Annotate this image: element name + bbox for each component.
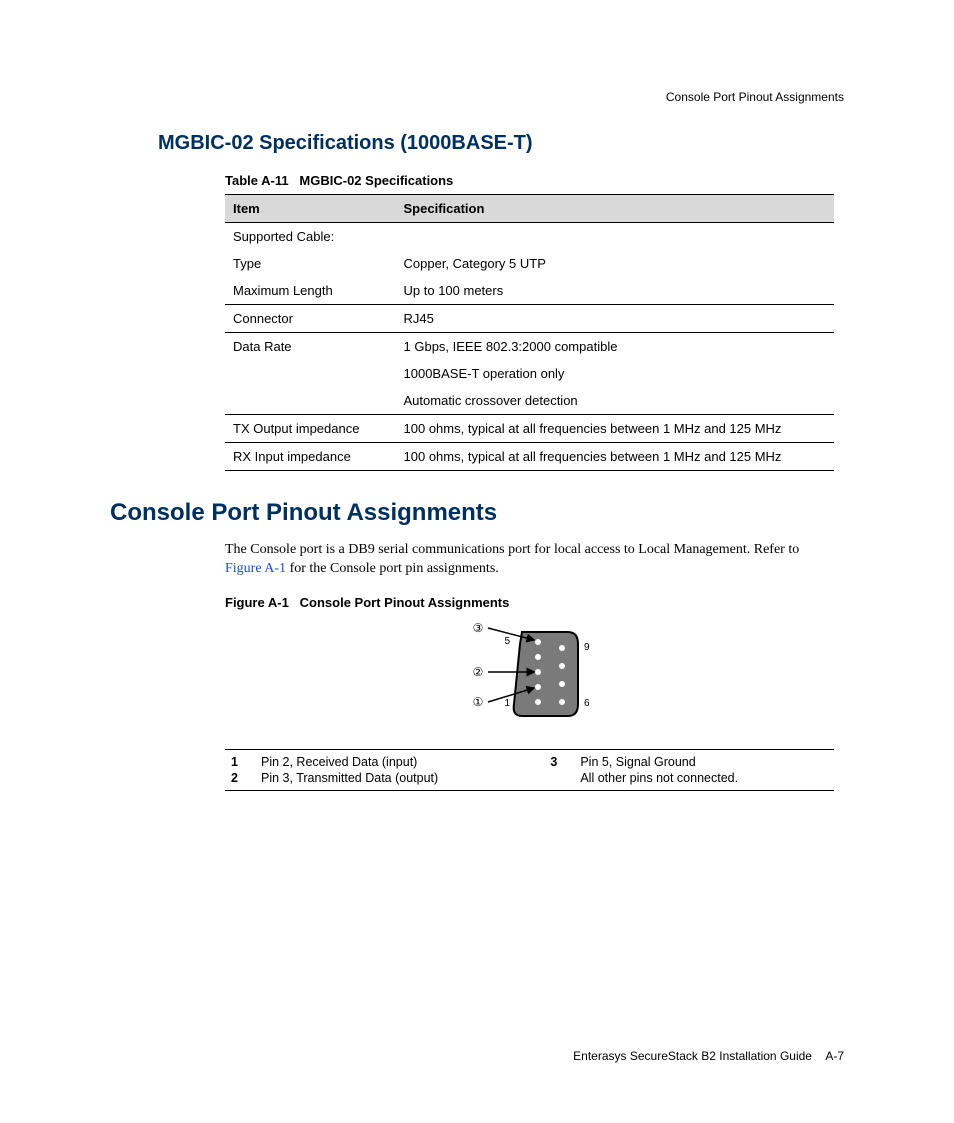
- db9-connector-icon: ③ ② ① 5 9 1 6: [430, 620, 630, 730]
- cell-spec: 100 ohms, typical at all frequencies bet…: [396, 443, 834, 471]
- callout-1: ①: [472, 695, 483, 709]
- col-header-spec: Specification: [396, 195, 834, 223]
- table-row: Type Copper, Category 5 UTP: [225, 250, 834, 277]
- legend-num: [544, 770, 574, 786]
- table-row: Supported Cable:: [225, 223, 834, 251]
- section-heading-console-port: Console Port Pinout Assignments: [110, 499, 844, 527]
- figure-caption-label: Figure A-1: [225, 595, 289, 610]
- table-row: Maximum Length Up to 100 meters: [225, 277, 834, 305]
- spec-table: Item Specification Supported Cable: Type…: [225, 194, 834, 471]
- table-caption-title: MGBIC-02 Specifications: [299, 173, 453, 188]
- cell-item: RX Input impedance: [225, 443, 396, 471]
- table-row: 1000BASE-T operation only: [225, 360, 834, 387]
- legend-text: Pin 3, Transmitted Data (output): [255, 770, 544, 786]
- figure-cross-ref-link[interactable]: Figure A-1: [225, 561, 286, 576]
- cell-spec: [396, 223, 834, 251]
- callout-3: ③: [472, 621, 483, 635]
- cell-spec: Automatic crossover detection: [396, 387, 834, 415]
- body-text-pre: The Console port is a DB9 serial communi…: [225, 542, 799, 557]
- figure-caption-title: Console Port Pinout Assignments: [300, 595, 510, 610]
- legend-num: 3: [544, 754, 574, 770]
- footer-page-number: A-7: [825, 1049, 844, 1063]
- cell-item: Supported Cable:: [225, 223, 396, 251]
- cell-item: Data Rate: [225, 333, 396, 361]
- pin-label-1: 1: [504, 698, 510, 709]
- cell-item: Maximum Length: [225, 277, 396, 305]
- cell-item: TX Output impedance: [225, 415, 396, 443]
- cell-item: Connector: [225, 305, 396, 333]
- running-head: Console Port Pinout Assignments: [110, 90, 844, 104]
- col-header-item: Item: [225, 195, 396, 223]
- legend-num: 2: [225, 770, 255, 786]
- footer-book-title: Enterasys SecureStack B2 Installation Gu…: [573, 1049, 812, 1063]
- callout-2: ②: [472, 665, 483, 679]
- cell-spec: Up to 100 meters: [396, 277, 834, 305]
- cell-spec: Copper, Category 5 UTP: [396, 250, 834, 277]
- legend-num: 1: [225, 754, 255, 770]
- cell-item: [225, 360, 396, 387]
- table-row: Data Rate 1 Gbps, IEEE 802.3:2000 compat…: [225, 333, 834, 361]
- pin-label-5: 5: [504, 636, 510, 647]
- figure-legend: 1 Pin 2, Received Data (input) 3 Pin 5, …: [225, 749, 834, 791]
- page-footer: Enterasys SecureStack B2 Installation Gu…: [573, 1049, 844, 1063]
- body-text-post: for the Console port pin assignments.: [286, 561, 499, 576]
- cell-spec: RJ45: [396, 305, 834, 333]
- pin-label-9: 9: [584, 642, 590, 653]
- table-row: Automatic crossover detection: [225, 387, 834, 415]
- table-row: RX Input impedance 100 ohms, typical at …: [225, 443, 834, 471]
- legend-text: Pin 5, Signal Ground: [574, 754, 834, 770]
- legend-text: Pin 2, Received Data (input): [255, 754, 544, 770]
- pin-label-6: 6: [584, 698, 590, 709]
- table-caption-label: Table A-11: [225, 173, 289, 188]
- figure-caption: Figure A-1 Console Port Pinout Assignmen…: [225, 595, 844, 610]
- cell-spec: 1 Gbps, IEEE 802.3:2000 compatible: [396, 333, 834, 361]
- cell-item: [225, 387, 396, 415]
- table-caption: Table A-11 MGBIC-02 Specifications: [225, 173, 834, 188]
- cell-item: Type: [225, 250, 396, 277]
- table-row: Connector RJ45: [225, 305, 834, 333]
- body-paragraph: The Console port is a DB9 serial communi…: [225, 541, 834, 579]
- table-row: TX Output impedance 100 ohms, typical at…: [225, 415, 834, 443]
- legend-text: All other pins not connected.: [574, 770, 834, 786]
- section-heading-mgbic02: MGBIC-02 Specifications (1000BASE-T): [158, 132, 844, 155]
- cell-spec: 100 ohms, typical at all frequencies bet…: [396, 415, 834, 443]
- figure-db9-connector: ③ ② ① 5 9 1 6: [225, 620, 834, 735]
- cell-spec: 1000BASE-T operation only: [396, 360, 834, 387]
